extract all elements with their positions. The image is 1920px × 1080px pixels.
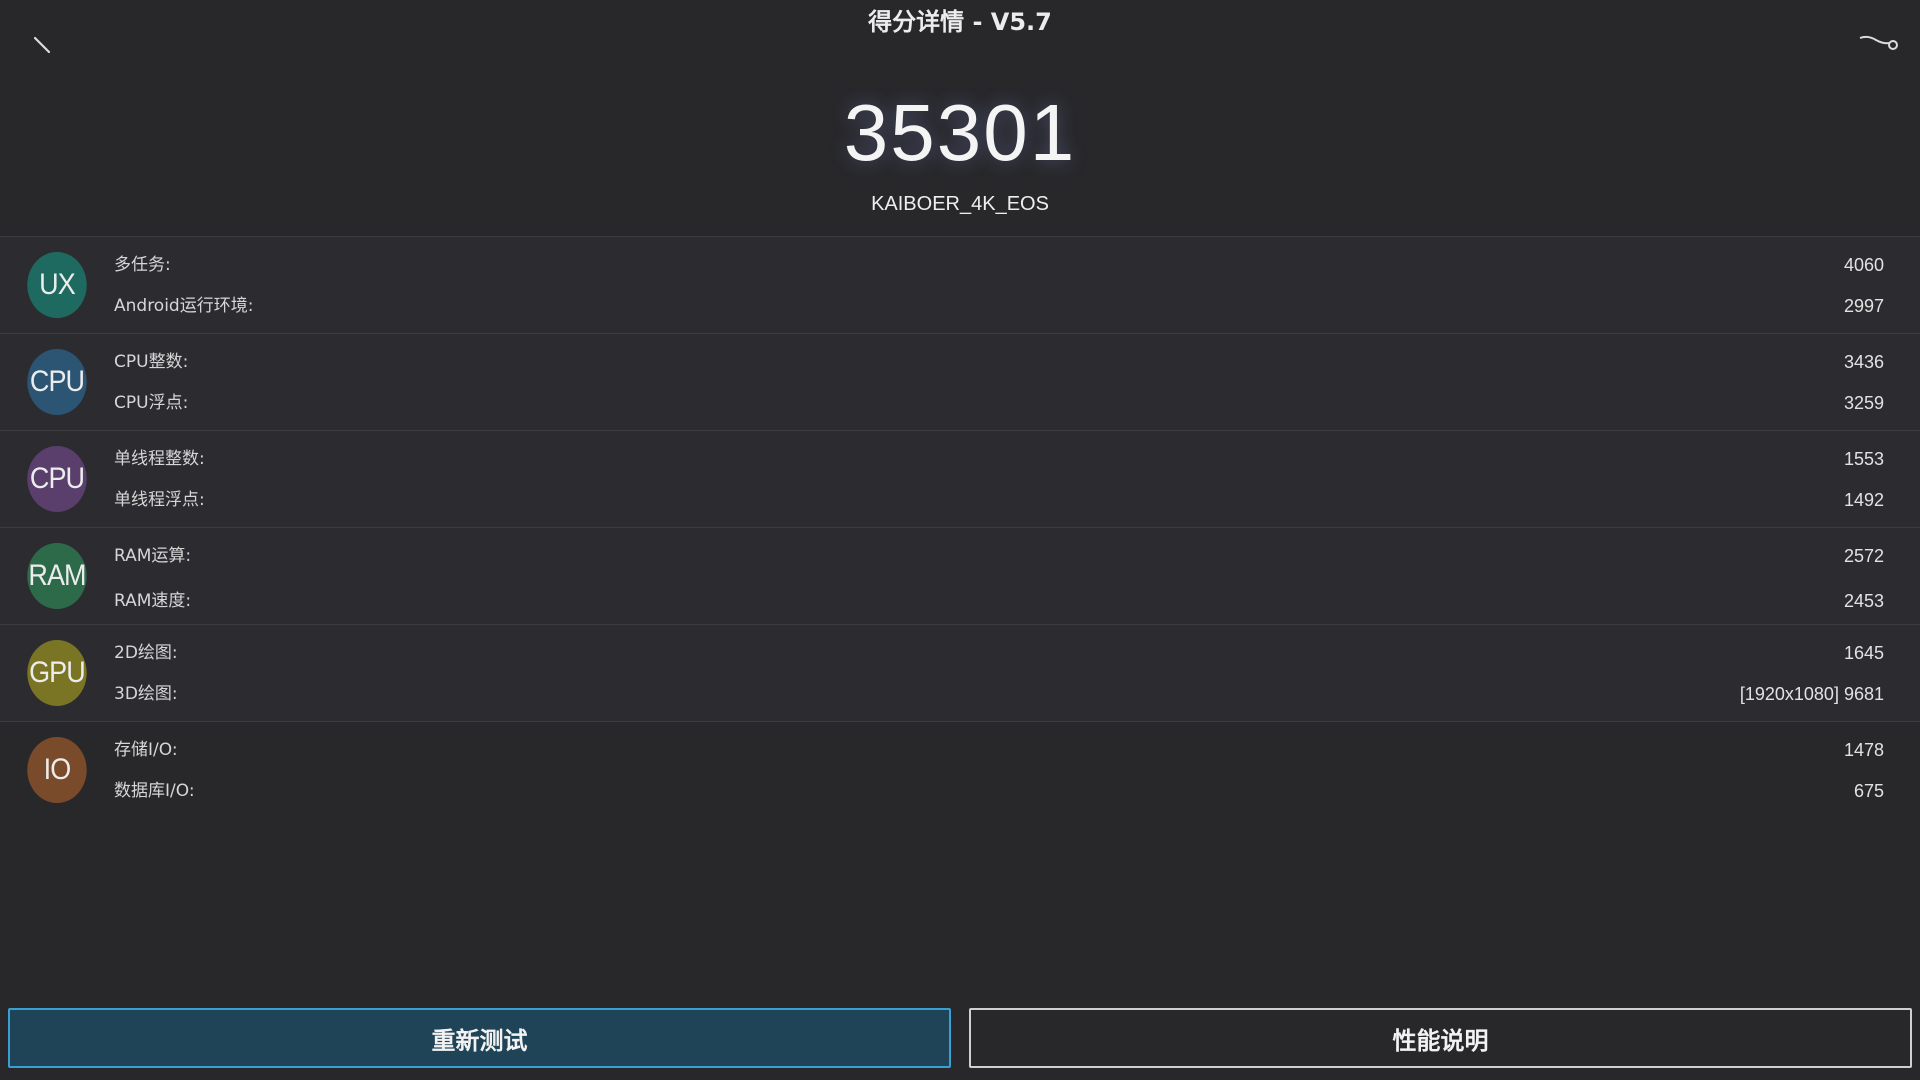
category-row-single-thread[interactable]: CPU 单线程整数: 1553 单线程浮点: 1492: [0, 430, 1920, 527]
android-runtime-label: Android运行环境:: [114, 296, 254, 316]
ram-badge-icon: RAM: [27, 543, 87, 609]
cpu-integer-value: 3436: [1843, 352, 1884, 372]
page-title: 得分详情 - V5.7: [868, 8, 1052, 36]
share-icon: [1859, 35, 1898, 50]
cpu-badge-icon: CPU: [27, 349, 87, 415]
cpu-float-label: CPU浮点:: [114, 393, 189, 413]
android-runtime-value: 2997: [1843, 296, 1884, 316]
database-io-label: 数据库I/O:: [114, 781, 195, 801]
category-row-ram[interactable]: RAM RAM运算: 2572 RAM速度: 2453: [0, 527, 1920, 624]
category-row-io[interactable]: IO 存储I/O: 1478 数据库I/O: 675: [0, 721, 1920, 818]
single-thread-integer-label: 单线程整数:: [114, 449, 205, 469]
score-category-list: UX 多任务: 4060 Android运行环境: 2997 CPU CPU整数…: [0, 236, 1920, 818]
device-name: KAIBOER_4K_EOS: [871, 193, 1049, 215]
total-score: 35301: [843, 88, 1077, 177]
category-row-ux[interactable]: UX 多任务: 4060 Android运行环境: 2997: [0, 236, 1920, 333]
ux-badge-icon: UX: [27, 252, 87, 318]
ram-compute-value: 2572: [1843, 546, 1884, 566]
3d-graphics-value: [1920x1080] 9681: [1739, 684, 1884, 704]
gpu-badge-icon: GPU: [27, 640, 87, 706]
share-button[interactable]: [1856, 26, 1900, 60]
cpu-integer-label: CPU整数:: [114, 352, 189, 372]
io-badge-icon: IO: [27, 737, 87, 803]
2d-graphics-label: 2D绘图:: [114, 643, 178, 663]
single-thread-float-label: 单线程浮点:: [114, 490, 205, 510]
storage-io-label: 存储I/O:: [114, 740, 178, 760]
category-row-gpu[interactable]: GPU 2D绘图: 1645 3D绘图: [1920x1080] 9681: [0, 624, 1920, 721]
score-header: 得分详情 - V5.7 35301 KAIBOER_4K_EOS: [0, 0, 1920, 236]
performance-info-button[interactable]: 性能说明: [969, 1008, 1912, 1068]
ram-speed-value: 2453: [1843, 591, 1884, 611]
multitask-label: 多任务:: [114, 255, 171, 275]
back-arrow-icon: [33, 36, 51, 54]
back-button[interactable]: [24, 24, 64, 64]
storage-io-value: 1478: [1843, 740, 1884, 760]
multitask-value: 4060: [1843, 255, 1884, 275]
footer-actions: 重新测试 性能说明: [0, 1008, 1920, 1074]
retest-button[interactable]: 重新测试: [8, 1008, 951, 1068]
cpu-float-value: 3259: [1843, 393, 1884, 413]
database-io-value: 675: [1853, 781, 1884, 801]
score-details-screen: 得分详情 - V5.7 35301 KAIBOER_4K_EOS UX 多任务:…: [0, 0, 1920, 1080]
3d-graphics-label: 3D绘图:: [114, 684, 178, 704]
ram-compute-label: RAM运算:: [114, 546, 192, 566]
single-thread-cpu-badge-icon: CPU: [27, 446, 87, 512]
2d-graphics-value: 1645: [1843, 643, 1884, 663]
category-row-cpu[interactable]: CPU CPU整数: 3436 CPU浮点: 3259: [0, 333, 1920, 430]
ram-speed-label: RAM速度:: [114, 591, 192, 611]
single-thread-integer-value: 1553: [1843, 449, 1884, 469]
single-thread-float-value: 1492: [1843, 490, 1884, 510]
